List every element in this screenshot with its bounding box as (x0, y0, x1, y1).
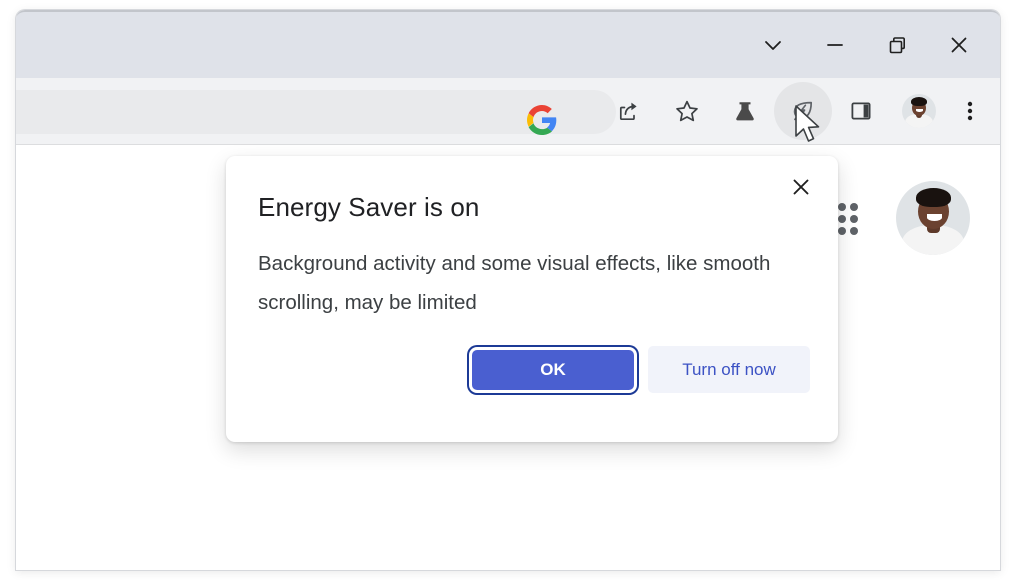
grid-dot (838, 227, 846, 235)
flask-icon (731, 97, 759, 125)
browser-window: Energy Saver is on Background activity a… (16, 10, 1000, 570)
avatar (896, 181, 970, 255)
bookmark-button[interactable] (658, 82, 716, 140)
google-account-button[interactable] (896, 181, 970, 255)
dialog-title: Energy Saver is on (258, 192, 480, 222)
chevron-down-icon (760, 32, 786, 58)
share-icon (615, 97, 643, 125)
energy-saver-button[interactable] (774, 82, 832, 140)
turn-off-now-button[interactable]: Turn off now (648, 346, 810, 393)
title-bar (16, 10, 1000, 78)
close-icon (946, 32, 972, 58)
chrome-labs-button[interactable] (716, 82, 774, 140)
side-panel-button[interactable] (832, 82, 890, 140)
share-button[interactable] (600, 82, 658, 140)
avatar (902, 94, 936, 128)
browser-toolbar (16, 78, 1000, 145)
grid-dot (850, 227, 858, 235)
star-icon (673, 97, 701, 125)
leaf-energy-icon (789, 97, 817, 125)
window-controls (742, 16, 990, 74)
chrome-menu-button[interactable] (948, 82, 992, 140)
page-content: Energy Saver is on Background activity a… (16, 145, 1000, 570)
google-g-icon (524, 102, 560, 138)
close-icon (789, 175, 813, 204)
profile-button[interactable] (890, 82, 948, 140)
dialog-body-text: Background activity and some visual effe… (258, 252, 771, 314)
side-panel-icon (847, 97, 875, 125)
close-button[interactable] (928, 20, 990, 70)
toolbar-actions (600, 78, 992, 144)
restore-button[interactable] (866, 20, 928, 70)
dialog-actions: OK Turn off now (226, 346, 838, 393)
grid-dot (838, 215, 846, 223)
minimize-icon (822, 32, 848, 58)
tab-search-button[interactable] (742, 20, 804, 70)
minimize-button[interactable] (804, 20, 866, 70)
dialog-close-button[interactable] (780, 168, 822, 210)
three-dot-menu-icon (958, 97, 982, 125)
restore-icon (884, 32, 910, 58)
grid-dot (850, 215, 858, 223)
energy-saver-dialog: Energy Saver is on Background activity a… (226, 156, 838, 442)
ok-button[interactable]: OK (472, 349, 634, 390)
grid-dot (838, 203, 846, 211)
grid-dot (850, 203, 858, 211)
